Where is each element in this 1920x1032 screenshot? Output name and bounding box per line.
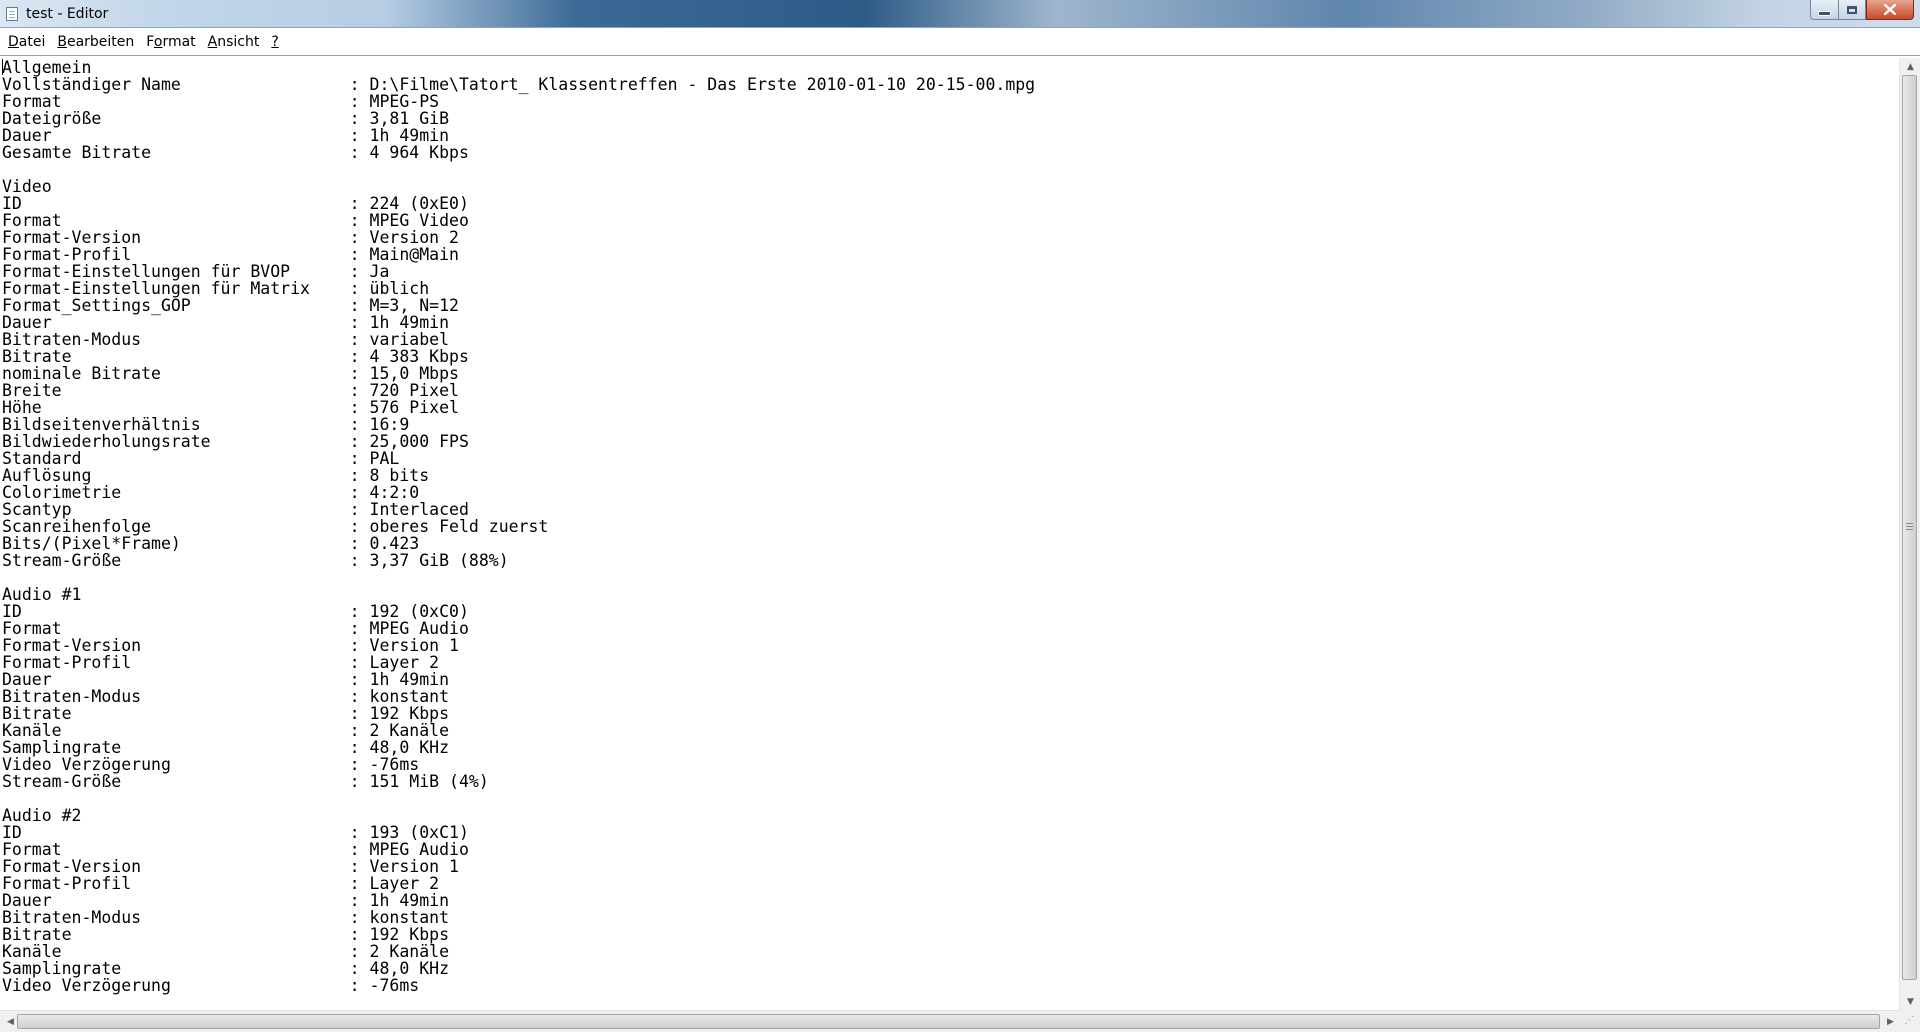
menu-ansicht-label: nsicht — [217, 33, 260, 50]
menu-format-prefix: F — [146, 33, 154, 50]
menu-format[interactable]: Format — [140, 32, 201, 52]
text-caret — [2, 59, 3, 75]
menu-help[interactable]: ? — [265, 32, 284, 52]
menu-bearbeiten-accelerator: B — [57, 33, 67, 50]
maximize-button[interactable] — [1838, 0, 1866, 20]
maximize-icon — [1847, 5, 1857, 14]
menu-ansicht[interactable]: Ansicht — [202, 32, 266, 52]
scroll-right-arrow-icon[interactable]: ▶ — [1880, 1013, 1901, 1030]
menu-datei-label: atei — [18, 33, 46, 50]
minimize-button[interactable] — [1810, 0, 1838, 20]
close-icon — [1884, 4, 1896, 15]
scroll-down-arrow-icon[interactable]: ▼ — [1900, 993, 1920, 1010]
menu-datei-accelerator: D — [8, 33, 19, 50]
title-bar[interactable]: test - Editor — [0, 0, 1920, 28]
text-editor-area[interactable]: Allgemein Vollständiger Name : D:\Filme\… — [0, 58, 1899, 1010]
caption-buttons — [1810, 0, 1914, 20]
scroll-grip-icon — [1906, 523, 1913, 524]
document-text[interactable]: Allgemein Vollständiger Name : D:\Filme\… — [2, 59, 1035, 994]
horizontal-scrollbar[interactable]: ◀ ▶ — [0, 1010, 1899, 1032]
scroll-up-arrow-icon[interactable]: ▲ — [1900, 58, 1920, 75]
menu-bearbeiten[interactable]: Bearbeiten — [51, 32, 140, 52]
notepad-icon[interactable] — [6, 7, 18, 21]
menu-bar: Datei Bearbeiten Format Ansicht ? — [0, 28, 1920, 56]
close-button[interactable] — [1866, 0, 1914, 20]
menu-ansicht-accelerator: A — [207, 33, 218, 50]
window-title: test - Editor — [26, 6, 109, 22]
horizontal-scroll-thumb[interactable] — [17, 1014, 1880, 1029]
menu-bearbeiten-label: earbeiten — [66, 33, 135, 50]
size-grip-icon[interactable]: ⋰ — [1899, 1010, 1920, 1032]
menu-help-accelerator: ? — [271, 33, 279, 50]
vertical-scrollbar[interactable]: ▲ ▼ — [1899, 58, 1920, 1010]
minimize-icon — [1818, 11, 1831, 16]
menu-format-label: rmat — [162, 33, 196, 50]
vertical-scroll-thumb[interactable] — [1902, 75, 1917, 980]
notepad-window: test - Editor Datei Bearbeiten Format An… — [0, 0, 1920, 1032]
menu-datei[interactable]: Datei — [2, 32, 51, 52]
